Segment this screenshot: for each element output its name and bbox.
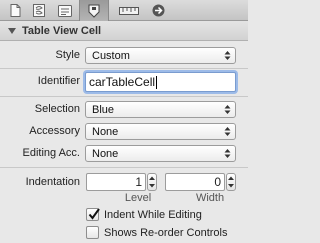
selection-value: Blue xyxy=(92,103,115,116)
editing-accessory-value: None xyxy=(92,147,119,160)
quick-help-tab[interactable] xyxy=(28,2,50,19)
size-icon xyxy=(119,6,139,15)
indentation-width-stepper[interactable] xyxy=(226,173,236,191)
popup-arrows-icon xyxy=(224,149,231,158)
popup-arrows-icon xyxy=(224,127,231,136)
accessory-popup[interactable]: None xyxy=(85,123,236,140)
divider xyxy=(0,167,248,168)
connections-icon xyxy=(152,4,164,17)
popup-arrows-icon xyxy=(224,105,231,114)
indentation-width-field[interactable]: 0 xyxy=(165,173,225,191)
shows-reorder-option[interactable]: Shows Re-order Controls xyxy=(86,225,228,240)
size-inspector-tab[interactable] xyxy=(116,2,142,19)
file-icon xyxy=(10,4,20,17)
popup-arrows-icon xyxy=(224,51,231,60)
section-title: Table View Cell xyxy=(22,24,102,37)
indentation-label: Indentation xyxy=(25,176,80,188)
indent-while-editing-option[interactable]: Indent While Editing xyxy=(86,207,202,222)
style-label: Style xyxy=(55,49,80,61)
style-popup[interactable]: Custom xyxy=(85,47,236,64)
style-value: Custom xyxy=(92,49,130,62)
accessory-value: None xyxy=(92,125,119,138)
stepper-arrows-icon xyxy=(228,176,234,188)
divider xyxy=(0,96,248,97)
connections-inspector-tab[interactable] xyxy=(147,2,169,19)
indent-while-editing-label: Indent While Editing xyxy=(104,208,202,221)
checkmark-icon xyxy=(88,208,100,220)
disclosure-triangle-icon[interactable] xyxy=(8,27,16,34)
editing-accessory-label: Editing Acc. xyxy=(22,147,80,159)
inspector-tab-bar xyxy=(0,0,248,21)
attributes-icon xyxy=(88,4,100,18)
help-icon xyxy=(33,4,45,17)
accessory-label: Accessory xyxy=(29,125,80,137)
section-header[interactable]: Table View Cell xyxy=(0,21,248,41)
identifier-value: carTableCell xyxy=(89,75,156,89)
selection-popup[interactable]: Blue xyxy=(85,101,236,118)
indentation-level-stepper[interactable] xyxy=(147,173,157,191)
level-sublabel: Level xyxy=(124,192,152,204)
indent-while-editing-checkbox[interactable] xyxy=(86,208,100,221)
text-caret xyxy=(156,75,158,89)
shows-reorder-checkbox[interactable] xyxy=(86,226,99,239)
indentation-level-field[interactable]: 1 xyxy=(86,173,146,191)
selection-label: Selection xyxy=(34,103,80,115)
attributes-inspector-tab[interactable] xyxy=(79,0,109,21)
editing-accessory-popup[interactable]: None xyxy=(85,145,236,162)
identifier-label: Identifier xyxy=(37,75,80,87)
file-inspector-tab[interactable] xyxy=(4,2,26,19)
identity-inspector-tab[interactable] xyxy=(54,2,76,19)
width-sublabel: Width xyxy=(195,192,225,204)
stepper-arrows-icon xyxy=(149,176,155,188)
divider xyxy=(0,68,248,69)
identifier-field[interactable]: carTableCell xyxy=(85,72,236,92)
identity-icon xyxy=(58,4,72,17)
shows-reorder-label: Shows Re-order Controls xyxy=(104,226,228,239)
